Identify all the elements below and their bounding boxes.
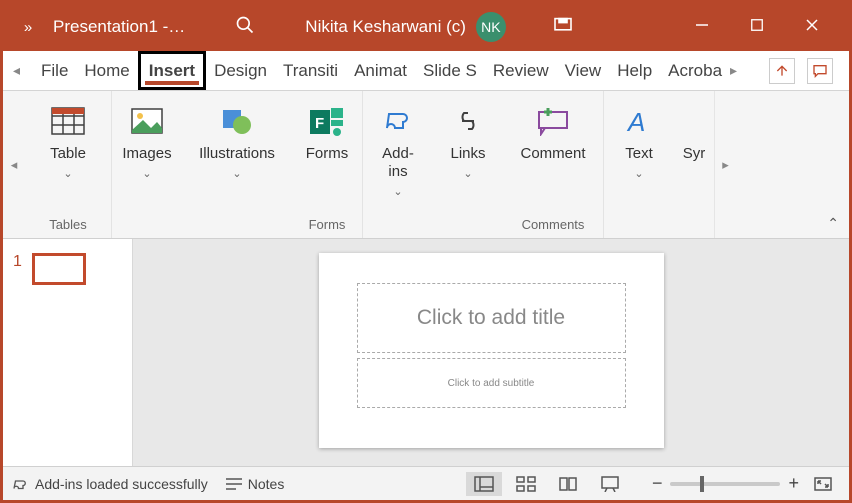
chevron-down-icon: ⌄ xyxy=(232,167,241,180)
slide[interactable]: Click to add title Click to add subtitle xyxy=(319,253,664,448)
table-button[interactable]: Table ⌄ xyxy=(25,97,111,213)
chevron-down-icon: ⌄ xyxy=(63,167,72,180)
text-label: Text xyxy=(625,145,653,163)
links-label: Links xyxy=(450,145,485,163)
addins-button[interactable]: Add- ins ⌄ xyxy=(363,97,433,213)
reading-view-icon[interactable] xyxy=(550,472,586,496)
forms-icon: F xyxy=(309,103,345,139)
sorter-view-icon[interactable] xyxy=(508,472,544,496)
title-placeholder[interactable]: Click to add title xyxy=(357,283,626,353)
tab-animations[interactable]: Animat xyxy=(346,51,415,90)
table-icon xyxy=(50,103,86,139)
slide-thumbnail[interactable] xyxy=(32,253,86,285)
images-icon xyxy=(129,103,165,139)
slide-canvas[interactable]: Click to add title Click to add subtitle xyxy=(133,239,849,466)
fit-window-icon[interactable] xyxy=(805,472,841,496)
addins-icon xyxy=(11,475,29,493)
ribbon-scroll-left[interactable]: ◂ xyxy=(3,91,25,238)
group-addins: Add- ins ⌄ Links ⌄ xyxy=(363,91,503,238)
svg-text:A: A xyxy=(626,107,645,135)
minimize-icon[interactable] xyxy=(674,17,729,38)
notes-label: Notes xyxy=(248,476,285,492)
group-images: Images ⌄ Illustrations ⌄ xyxy=(112,91,292,238)
comment-icon xyxy=(535,103,571,139)
tab-design[interactable]: Design xyxy=(206,51,275,90)
illustrations-button[interactable]: Illustrations ⌄ xyxy=(182,97,292,213)
zoom-slider[interactable] xyxy=(670,482,780,486)
comments-button[interactable] xyxy=(807,58,833,84)
notes-button[interactable]: Notes xyxy=(214,476,295,492)
ribbon-scroll-right[interactable]: ▸ xyxy=(714,91,736,238)
chevron-down-icon: ⌄ xyxy=(393,185,402,198)
normal-view-icon[interactable] xyxy=(466,472,502,496)
images-label: Images xyxy=(122,145,171,163)
chevron-down-icon: ⌄ xyxy=(463,167,472,180)
symbols-button[interactable]: Syr xyxy=(674,97,714,213)
tab-file[interactable]: File xyxy=(33,51,76,90)
addins-icon xyxy=(380,103,416,139)
tabs-scroll-left[interactable]: ◂ xyxy=(13,62,33,79)
ribbon: ◂ Table ⌄ Tables Images ⌄ xyxy=(3,91,849,239)
links-button[interactable]: Links ⌄ xyxy=(433,97,503,213)
tab-help[interactable]: Help xyxy=(609,51,660,90)
tab-insert[interactable]: Insert xyxy=(138,51,206,90)
share-button[interactable] xyxy=(769,58,795,84)
symbols-label: Syr xyxy=(683,145,706,163)
links-icon xyxy=(450,103,486,139)
illustrations-label: Illustrations xyxy=(199,145,275,163)
main-area: 1 Click to add title Click to add subtit… xyxy=(3,239,849,466)
user-avatar[interactable]: NK xyxy=(476,12,506,42)
tabs-scroll-right[interactable]: ▸ xyxy=(730,62,750,79)
tab-home[interactable]: Home xyxy=(76,51,137,90)
tab-view[interactable]: View xyxy=(557,51,610,90)
comment-label: Comment xyxy=(520,145,585,163)
table-label: Table xyxy=(50,145,86,163)
group-tables: Table ⌄ Tables xyxy=(25,91,112,238)
text-button[interactable]: A Text ⌄ xyxy=(604,97,674,213)
title-bar: » Presentation1 -… Nikita Kesharwani (c)… xyxy=(3,3,849,51)
group-label-tables: Tables xyxy=(49,213,87,238)
comment-button[interactable]: Comment xyxy=(503,97,603,213)
svg-text:F: F xyxy=(315,115,324,132)
zoom-out-button[interactable]: − xyxy=(652,473,663,494)
images-button[interactable]: Images ⌄ xyxy=(112,97,182,213)
tab-acrobat[interactable]: Acroba xyxy=(660,51,730,90)
ribbon-display-icon[interactable] xyxy=(536,17,591,38)
zoom-control: − + xyxy=(652,473,799,494)
ribbon-tabs: ◂ File Home Insert Design Transiti Anima… xyxy=(3,51,849,91)
chevron-down-icon: ⌄ xyxy=(142,167,151,180)
group-text: A Text ⌄ Syr xyxy=(604,91,714,238)
tab-slideshow[interactable]: Slide S xyxy=(415,51,485,90)
zoom-in-button[interactable]: + xyxy=(788,473,799,494)
tab-review[interactable]: Review xyxy=(485,51,557,90)
addins-status-label: Add-ins loaded successfully xyxy=(35,476,208,492)
close-icon[interactable] xyxy=(784,17,839,38)
illustrations-icon xyxy=(219,103,255,139)
group-comments: Comment Comments xyxy=(503,91,604,238)
group-forms: F Forms Forms xyxy=(292,91,363,238)
slideshow-view-icon[interactable] xyxy=(592,472,628,496)
group-label-forms: Forms xyxy=(309,213,346,238)
forms-button[interactable]: F Forms xyxy=(292,97,362,213)
thumbnail-pane[interactable]: 1 xyxy=(3,239,133,466)
addins-status[interactable]: Add-ins loaded successfully xyxy=(11,475,208,493)
collapse-ribbon-icon[interactable]: ⌃ xyxy=(827,215,839,232)
addins-label: Add- ins xyxy=(382,145,414,181)
forms-label: Forms xyxy=(306,145,349,163)
overflow-button[interactable]: » xyxy=(13,19,43,36)
chevron-down-icon: ⌄ xyxy=(634,167,643,180)
text-icon: A xyxy=(621,103,657,139)
tab-transitions[interactable]: Transiti xyxy=(275,51,346,90)
subtitle-placeholder[interactable]: Click to add subtitle xyxy=(357,358,626,408)
user-name[interactable]: Nikita Kesharwani (c) xyxy=(305,17,466,37)
status-bar: Add-ins loaded successfully Notes − + xyxy=(3,466,849,500)
zoom-handle[interactable] xyxy=(700,476,704,492)
search-icon[interactable] xyxy=(235,15,255,40)
notes-icon xyxy=(224,476,244,492)
symbols-icon xyxy=(676,103,712,139)
maximize-icon[interactable] xyxy=(729,18,784,37)
group-label-comments: Comments xyxy=(522,213,585,238)
document-title: Presentation1 -… xyxy=(53,17,185,37)
slide-number: 1 xyxy=(13,253,22,271)
